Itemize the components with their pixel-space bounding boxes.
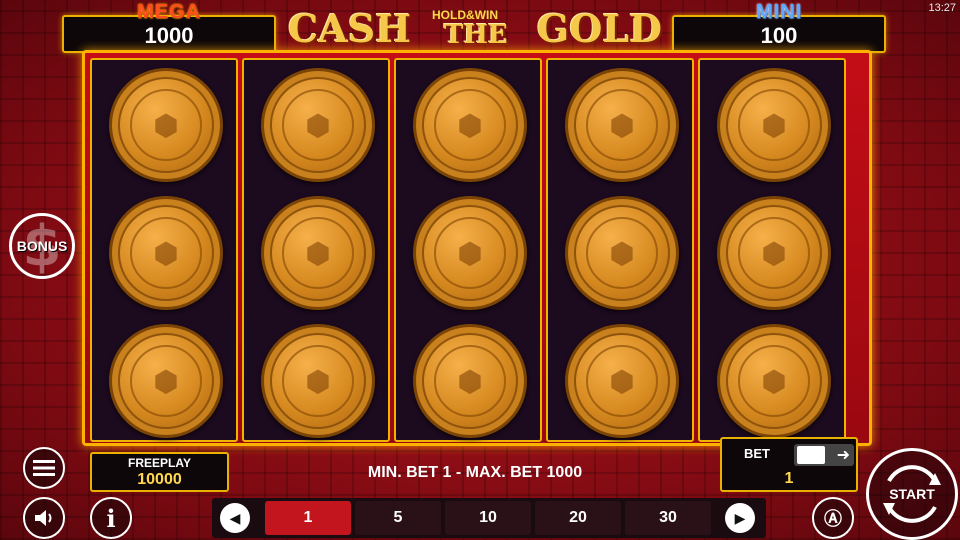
coin-emblem: ⬢ [586, 217, 658, 289]
gold-coin-icon: ⬢ [109, 68, 223, 182]
gold-coin-icon: ⬢ [261, 68, 375, 182]
mega-jackpot-title: MEGA [137, 1, 201, 23]
bet-option[interactable]: 1 [265, 501, 351, 535]
bonus-button[interactable]: $ BONUS [9, 213, 75, 279]
coin-emblem: ⬢ [282, 345, 354, 417]
gold-coin-icon: ⬢ [109, 324, 223, 438]
gold-coin-icon: ⬢ [261, 196, 375, 310]
logo-gold: GOLD [536, 6, 662, 51]
gold-coin-icon: ⬢ [565, 68, 679, 182]
bet-value: 1 [784, 470, 794, 487]
bet-next-button[interactable]: ▶ [725, 503, 755, 533]
reel-column: ⬢ ⬢ ⬢ [90, 58, 238, 442]
bonus-label: BONUS [16, 238, 68, 254]
sound-button[interactable] [23, 497, 65, 539]
gold-coin-icon: ⬢ [565, 324, 679, 438]
gold-coin-icon: ⬢ [717, 324, 831, 438]
gold-coin-icon: ⬢ [565, 196, 679, 310]
coin-emblem: ⬢ [738, 217, 810, 289]
bet-selector: ◀ 1 5 10 20 30 ▶ [212, 498, 766, 538]
bet-display: BET ➜ 1 [720, 437, 858, 492]
reel-column: ⬢ ⬢ ⬢ [698, 58, 846, 442]
hamburger-icon [33, 460, 55, 476]
coin-emblem: ⬢ [434, 89, 506, 161]
gold-coin-icon: ⬢ [413, 324, 527, 438]
coin-emblem: ⬢ [738, 89, 810, 161]
gold-coin-icon: ⬢ [413, 196, 527, 310]
gold-coin-icon: ⬢ [717, 68, 831, 182]
clock: 13:27 [928, 2, 956, 14]
toggle-knob [797, 446, 825, 464]
mega-jackpot-value: 1000 [144, 23, 194, 48]
start-button[interactable]: START [866, 448, 958, 540]
coin-emblem: ⬢ [586, 345, 658, 417]
bet-toggle[interactable]: ➜ [794, 444, 854, 466]
coin-emblem: ⬢ [586, 89, 658, 161]
reel-column: ⬢ ⬢ ⬢ [242, 58, 390, 442]
coin-emblem: ⬢ [130, 345, 202, 417]
menu-button[interactable] [23, 447, 65, 489]
mini-jackpot: MINI 100 [672, 1, 886, 53]
coin-emblem: ⬢ [738, 345, 810, 417]
speaker-icon [35, 510, 52, 526]
logo-the: THE [444, 20, 508, 50]
arrow-right-icon: ➜ [836, 447, 850, 464]
mini-jackpot-value: 100 [760, 23, 798, 48]
autoplay-button[interactable]: Ⓐ [812, 497, 854, 539]
coin-emblem: ⬢ [130, 89, 202, 161]
logo-cash: CASH [288, 6, 412, 51]
mini-jackpot-title: MINI [755, 1, 803, 23]
gold-coin-icon: ⬢ [109, 196, 223, 310]
bet-option[interactable]: 30 [625, 501, 711, 535]
bet-option[interactable]: 20 [535, 501, 621, 535]
coin-emblem: ⬢ [434, 217, 506, 289]
bet-label: BET [744, 446, 770, 461]
freeplay-value: 10000 [137, 471, 182, 488]
bet-option[interactable]: 10 [445, 501, 531, 535]
gold-coin-icon: ⬢ [413, 68, 527, 182]
start-label: START [889, 486, 935, 502]
coin-emblem: ⬢ [130, 217, 202, 289]
reel-column: ⬢ ⬢ ⬢ [546, 58, 694, 442]
coin-emblem: ⬢ [434, 345, 506, 417]
freeplay-label: FREEPLAY [128, 456, 191, 470]
info-button[interactable]: i [90, 497, 132, 539]
autoplay-icon: Ⓐ [824, 509, 842, 529]
bet-limits: MIN. BET 1 - MAX. BET 1000 [367, 464, 583, 481]
gold-coin-icon: ⬢ [261, 324, 375, 438]
triangle-left-icon: ◀ [229, 509, 241, 526]
coin-emblem: ⬢ [282, 217, 354, 289]
mega-jackpot: MEGA 1000 [62, 1, 276, 53]
freeplay-display: FREEPLAY 10000 [90, 452, 229, 492]
gold-coin-icon: ⬢ [717, 196, 831, 310]
info-icon: i [106, 503, 116, 533]
reels-frame: ⬢ ⬢ ⬢ ⬢ ⬢ ⬢ ⬢ ⬢ ⬢ ⬢ ⬢ ⬢ ⬢ ⬢ ⬢ [82, 50, 872, 446]
bet-option[interactable]: 5 [355, 501, 441, 535]
reel-column: ⬢ ⬢ ⬢ [394, 58, 542, 442]
game-logo: CASH HOLD&WIN THE GOLD [284, 4, 666, 52]
bet-prev-button[interactable]: ◀ [220, 503, 250, 533]
coin-emblem: ⬢ [282, 89, 354, 161]
triangle-right-icon: ▶ [734, 509, 746, 526]
